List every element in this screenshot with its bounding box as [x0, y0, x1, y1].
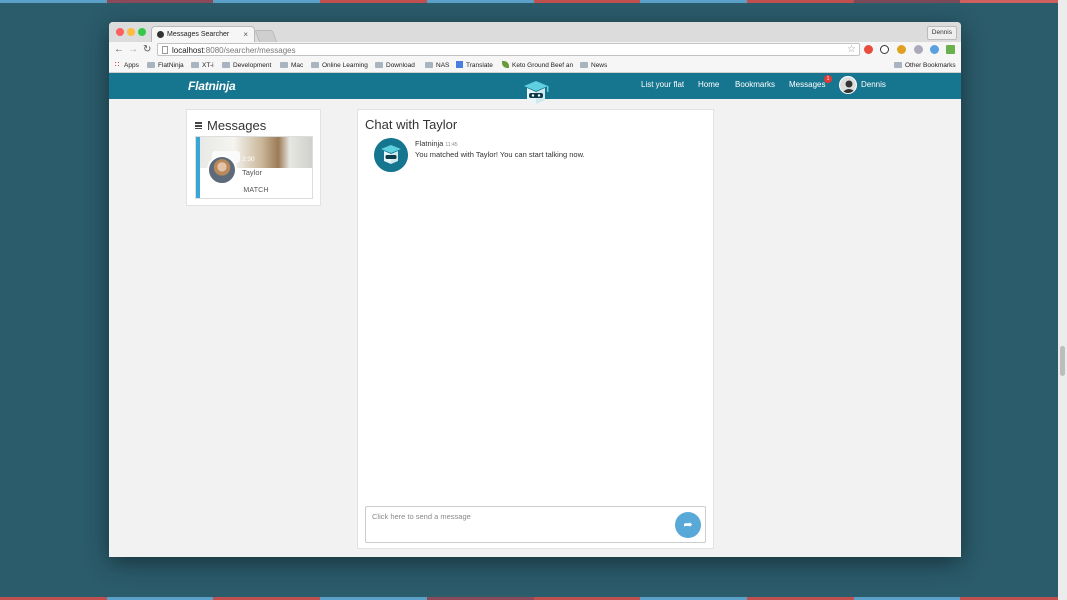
contact-avatar [207, 155, 237, 185]
tab-close-icon[interactable]: × [243, 30, 248, 39]
send-arrow-icon: ➦ [683, 519, 693, 531]
folder-icon [894, 62, 902, 68]
conversation-status: MATCH [243, 187, 269, 194]
messages-badge: 1 [824, 75, 832, 83]
maximize-window-icon[interactable] [138, 28, 146, 36]
forward-icon[interactable]: → [128, 43, 138, 57]
bookmark-star-icon[interactable]: ☆ [847, 43, 856, 56]
url-text[interactable]: localhost:8080/searcher/messages [172, 44, 296, 57]
nav-list-your-flat[interactable]: List your flat [641, 80, 684, 89]
user-avatar[interactable] [839, 76, 857, 94]
tab-favicon-icon [157, 31, 164, 38]
nav-user-name[interactable]: Dennis [861, 80, 886, 89]
bookmark-xt-i[interactable]: XT-i [191, 61, 214, 70]
leaf-icon [502, 61, 509, 68]
nav-messages[interactable]: Messages [789, 80, 825, 89]
bookmark-development[interactable]: Development [222, 61, 271, 70]
page-icon [162, 46, 168, 54]
folder-icon [580, 62, 588, 68]
messages-heading: Messages [195, 118, 266, 133]
puzzle-extension-icon[interactable] [897, 45, 906, 54]
message-composer: ➦ [365, 506, 706, 543]
translate-icon [456, 61, 463, 68]
address-bar[interactable]: localhost:8080/searcher/messages ☆ [157, 43, 860, 56]
scrollbar-thumb[interactable] [1060, 346, 1065, 376]
conversation-time: 2:30 [242, 156, 255, 163]
bookmarks-bar: Apps FlatNinja XT-i Development Mac Onli… [109, 58, 961, 73]
folder-icon [147, 62, 155, 68]
conversation-card[interactable]: 2:30 Taylor MATCH [195, 136, 313, 199]
bookmark-apps[interactable]: Apps [114, 61, 139, 70]
info-extension-icon[interactable] [880, 45, 889, 54]
reload-icon[interactable]: ↻ [143, 43, 151, 57]
app-navbar: Flatninja List your flat Home Bookmarks … [109, 73, 961, 104]
menu-icon[interactable] [946, 45, 955, 54]
bookmark-download[interactable]: Download [375, 61, 415, 70]
bookmark-translate[interactable]: Translate [456, 61, 493, 70]
folder-icon [375, 62, 383, 68]
desktop-scrollbar[interactable] [1058, 0, 1067, 600]
nav-bookmarks[interactable]: Bookmarks [735, 80, 775, 89]
flatninja-logo[interactable]: Flatninja [188, 79, 236, 93]
bookmark-keto[interactable]: Keto Ground Beef an [502, 61, 573, 70]
folder-icon [191, 62, 199, 68]
tab-title: Messages Searcher [167, 31, 230, 38]
folder-icon [425, 62, 433, 68]
bookmark-flatninja[interactable]: FlatNinja [147, 61, 184, 70]
clock-extension-icon[interactable] [930, 45, 939, 54]
message-time: 11:45 [445, 142, 458, 148]
folder-icon [280, 62, 288, 68]
browser-toolbar: ← → ↻ localhost:8080/searcher/messages ☆ [109, 42, 961, 58]
close-window-icon[interactable] [116, 28, 124, 36]
minimize-window-icon[interactable] [127, 28, 135, 36]
flatninja-avatar-icon [374, 138, 408, 172]
browser-tab[interactable]: Messages Searcher × [151, 26, 255, 42]
opera-extension-icon[interactable] [864, 45, 873, 54]
bookmark-online-learning[interactable]: Online Learning [311, 61, 368, 70]
messages-panel: Messages 2:30 Taylor MATCH [186, 109, 321, 206]
person-extension-icon[interactable] [914, 45, 923, 54]
apps-grid-icon [114, 61, 121, 68]
ninja-mascot-icon[interactable] [521, 76, 551, 106]
message-text: You matched with Taylor! You can start t… [415, 150, 585, 159]
message-sender: Flatninja 11:45 [415, 139, 458, 148]
back-icon[interactable]: ← [114, 43, 124, 57]
message-input[interactable] [366, 507, 705, 542]
profile-button[interactable]: Dennis [926, 26, 957, 40]
bookmark-mac[interactable]: Mac [280, 61, 303, 70]
chat-panel: Chat with Taylor Flatninja 11:45 You matc… [357, 109, 714, 549]
folder-icon [311, 62, 319, 68]
nav-home[interactable]: Home [698, 80, 719, 89]
send-button[interactable]: ➦ [675, 512, 701, 538]
conversation-name: Taylor [242, 168, 263, 177]
browser-window: Messages Searcher × Dennis ← → ↻ localho… [109, 22, 961, 557]
browser-titlebar: Messages Searcher × Dennis [109, 22, 961, 43]
folder-icon [222, 62, 230, 68]
bookmark-other[interactable]: Other Bookmarks [894, 61, 956, 70]
desktop-top-strip [0, 0, 1067, 3]
bookmark-news[interactable]: News [580, 61, 607, 70]
chat-title: Chat with Taylor [365, 117, 458, 132]
list-icon [195, 122, 202, 129]
bookmark-nas[interactable]: NAS [425, 61, 449, 70]
page-viewport: Flatninja List your flat Home Bookmarks … [109, 73, 961, 557]
